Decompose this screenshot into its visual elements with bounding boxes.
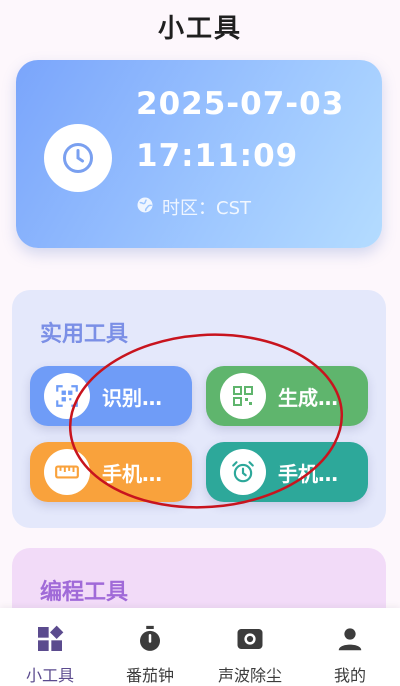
page-title: 小工具 <box>157 13 242 44</box>
alarm-clock-icon <box>220 449 266 495</box>
nav-label: 我的 <box>333 666 366 685</box>
tool-button-phone-alarm[interactable]: 手机… <box>206 442 368 502</box>
nav-item-sonic-clean[interactable]: 声波除尘 <box>200 608 300 686</box>
timezone-row: 时区：CST <box>136 194 251 220</box>
app-header: 小工具 <box>0 0 400 52</box>
tool-button-label: 生成… <box>278 385 338 410</box>
qr-scan-icon <box>44 373 90 419</box>
stopwatch-icon <box>133 622 167 656</box>
tool-button-label: 手机… <box>278 461 338 486</box>
nav-item-profile[interactable]: 我的 <box>300 608 400 686</box>
globe-icon <box>136 196 154 219</box>
tool-button-qr-generate[interactable]: 生成… <box>206 366 368 426</box>
qr-code-icon <box>220 373 266 419</box>
speaker-icon <box>233 622 267 656</box>
ruler-icon <box>44 449 90 495</box>
nav-item-pomodoro[interactable]: 番茄钟 <box>100 608 200 686</box>
programming-tools-title: 编程工具 <box>40 580 129 605</box>
clock-card: 2025-07-03 17:11:09 时区：CST <box>16 60 382 248</box>
tool-button-qr-scan[interactable]: 识别… <box>30 366 192 426</box>
utility-tools-title: 实用工具 <box>40 322 129 347</box>
nav-label: 小工具 <box>25 666 74 685</box>
nav-label: 声波除尘 <box>217 666 282 685</box>
current-time: 17:11:09 <box>136 138 299 174</box>
bottom-navigation: 小工具 番茄钟 声波除尘 我的 <box>0 608 400 686</box>
nav-label: 番茄钟 <box>125 666 174 685</box>
clock-icon <box>44 124 112 192</box>
current-date: 2025-07-03 <box>136 86 345 122</box>
tool-button-label: 手机… <box>102 461 162 486</box>
tool-button-phone-ruler[interactable]: 手机… <box>30 442 192 502</box>
timezone-label: 时区：CST <box>162 198 251 219</box>
tool-button-label: 识别… <box>102 385 162 410</box>
utility-tools-section: 实用工具 识别… 生成… 手机… 手机… <box>12 290 386 528</box>
person-icon <box>333 622 367 656</box>
nav-item-tools[interactable]: 小工具 <box>0 608 100 686</box>
widgets-icon <box>33 622 67 656</box>
